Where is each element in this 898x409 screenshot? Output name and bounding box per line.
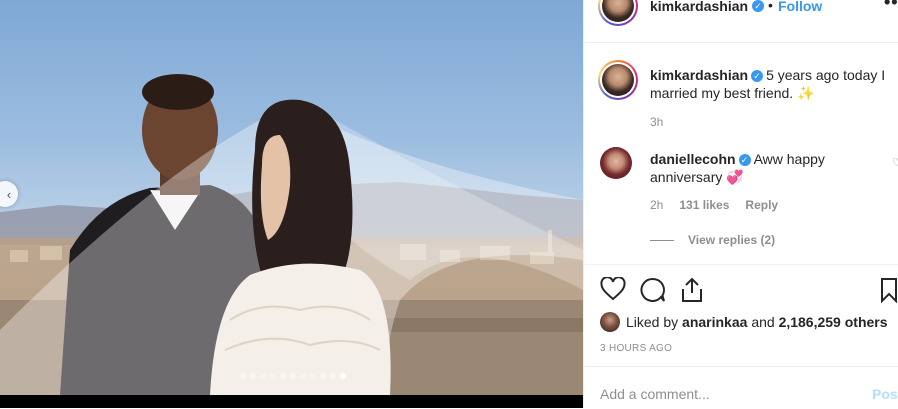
comment-like-heart-icon[interactable]: ♡ xyxy=(892,156,898,169)
caption-avatar[interactable] xyxy=(598,60,638,100)
wedding-photo-illustration xyxy=(0,74,583,395)
carousel-dot xyxy=(260,373,266,379)
verified-badge-icon: ✓ xyxy=(751,70,764,82)
liker-avatar[interactable] xyxy=(600,312,620,332)
carousel-dot xyxy=(280,373,286,379)
likes-summary: Liked by anarinkaa and 2,186,259 others xyxy=(600,312,888,332)
view-replies-label: View replies (2) xyxy=(688,233,776,247)
caption-timestamp[interactable]: 3h xyxy=(650,115,663,129)
carousel-dot xyxy=(310,373,316,379)
save-bookmark-icon[interactable] xyxy=(880,277,898,303)
post-timestamp[interactable]: 3 HOURS AGO xyxy=(600,343,672,354)
hearts-emoji-icon: 💞 xyxy=(726,169,744,185)
post-action-bar xyxy=(584,264,898,317)
add-comment-input[interactable]: Add a comment... xyxy=(600,386,710,402)
photo-bottom-bar xyxy=(0,395,583,408)
carousel-dot xyxy=(340,373,346,379)
view-replies-button[interactable]: View replies (2) xyxy=(650,233,775,247)
carousel-dot xyxy=(320,373,326,379)
more-options-icon[interactable]: •• xyxy=(884,0,898,13)
liker-username[interactable]: anarinkaa xyxy=(682,314,747,330)
chevron-left-icon: ‹ xyxy=(6,186,12,202)
likes-count[interactable]: 2,186,259 others xyxy=(779,314,888,330)
follow-button[interactable]: Follow xyxy=(778,0,822,14)
author-avatar-image xyxy=(602,0,634,22)
sparkles-emoji-icon: ✨ xyxy=(797,85,815,101)
comment-reply-button[interactable]: Reply xyxy=(745,198,778,212)
comment-meta: 2h 131 likes Reply xyxy=(650,198,778,212)
author-avatar[interactable] xyxy=(598,0,638,26)
carousel-dot xyxy=(330,373,336,379)
header-separator: • xyxy=(768,0,773,13)
comment-likes-count[interactable]: 131 likes xyxy=(679,198,729,212)
commenter-avatar[interactable] xyxy=(600,147,632,179)
comment-username[interactable]: daniellecohn xyxy=(650,151,736,167)
post-photo[interactable]: ‹ xyxy=(0,0,583,395)
comment-bubble-icon[interactable] xyxy=(640,277,666,303)
carousel-dot xyxy=(250,373,256,379)
header-username[interactable]: kimkardashian xyxy=(650,0,748,14)
caption-avatar-image xyxy=(602,64,634,96)
likes-prefix: Liked by xyxy=(626,314,679,330)
caption-text-block: kimkardashian ✓ 5 years ago today I marrie… xyxy=(650,66,895,102)
add-comment-bar: Add a comment... Post xyxy=(584,366,898,409)
post-comment-button[interactable]: Post xyxy=(872,386,898,402)
post-header: kimkardashian ✓ • Follow •• xyxy=(584,0,898,43)
carousel-indicator xyxy=(240,373,346,379)
likes-and: and xyxy=(751,314,775,330)
share-upload-icon[interactable] xyxy=(680,277,704,303)
post-details-panel: kimkardashian ✓ • Follow •• kimkardashia… xyxy=(583,0,898,408)
verified-badge-icon: ✓ xyxy=(738,154,751,166)
comment-timestamp[interactable]: 2h xyxy=(650,198,663,212)
caption-username[interactable]: kimkardashian xyxy=(650,67,748,83)
carousel-dot xyxy=(300,373,306,379)
replies-divider-line xyxy=(650,239,674,241)
carousel-dot xyxy=(270,373,276,379)
carousel-dot xyxy=(290,373,296,379)
verified-badge-icon: ✓ xyxy=(752,0,764,12)
like-heart-icon[interactable] xyxy=(600,277,626,301)
comment-text-block: daniellecohn ✓ Aww happy anniversary 💞 xyxy=(650,150,895,186)
carousel-dot xyxy=(240,373,246,379)
